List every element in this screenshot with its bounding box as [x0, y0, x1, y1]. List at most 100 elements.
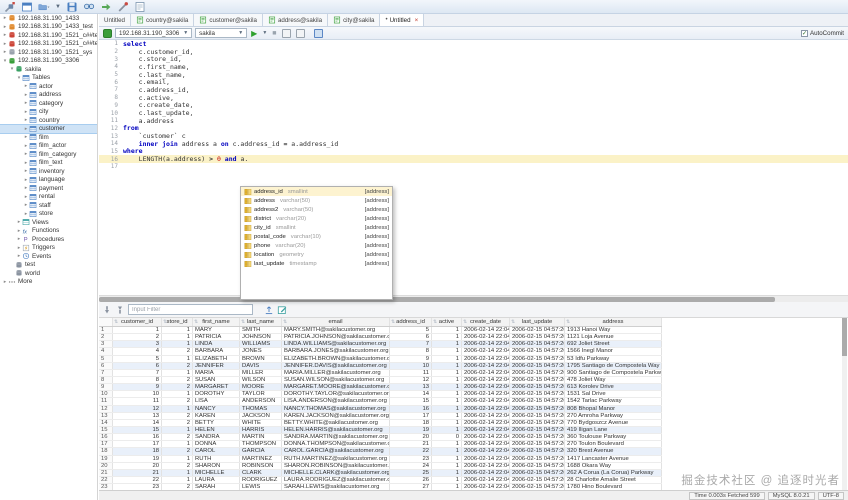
cell-address[interactable]: 478 Joliet Way [565, 377, 662, 383]
cell-last_name[interactable]: JOHNSON [240, 334, 282, 340]
cell-first_name[interactable]: KAREN [193, 413, 240, 419]
table-row[interactable]: 12121NANCYTHOMASNANCY.THOMAS@sakilacusto… [99, 406, 662, 413]
editor-line-4[interactable]: 4 c.first_name, [99, 63, 848, 71]
tab-untitled[interactable]: •Untitled× [380, 14, 424, 26]
cell-store_id[interactable]: 2 [162, 363, 193, 369]
cell-first_name[interactable]: DOROTHY [193, 391, 240, 397]
cell-email[interactable]: SANDRA.MARTIN@sakilacustomer.org [282, 434, 390, 440]
cell-address_id[interactable]: 20 [390, 434, 432, 440]
tree-item-country[interactable]: ▸country [0, 116, 97, 125]
cell-first_name[interactable]: BARBARA [193, 348, 240, 354]
cell-email[interactable]: JENNIFER.DAVIS@sakilacustomer.org [282, 363, 390, 369]
column-header-store_id[interactable]: ⇅store_id [162, 318, 193, 326]
cell-address_id[interactable]: 27 [390, 484, 432, 490]
table-row[interactable]: 23232SARAHLEWISSARAH.LEWIS@sakilacustome… [99, 484, 662, 490]
tree-item-inventory[interactable]: ▸inventory [0, 167, 97, 176]
cell-first_name[interactable]: SHARON [193, 463, 240, 469]
commit-button[interactable] [282, 29, 291, 38]
cell-last_update[interactable]: 2006-02-15 04:57:20 [510, 398, 565, 404]
cell-last_update[interactable]: 2006-02-15 04:57:20 [510, 470, 565, 476]
cell-last_name[interactable]: GARCIA [240, 448, 282, 454]
cell-last_update[interactable]: 2006-02-15 04:57:20 [510, 334, 565, 340]
cell-last_update[interactable]: 2006-02-15 04:57:20 [510, 420, 565, 426]
cell-customer_id[interactable]: 15 [113, 427, 162, 433]
cell-address[interactable]: 360 Toulouse Parkway [565, 434, 662, 440]
cell-last_update[interactable]: 2006-02-15 04:57:20 [510, 377, 565, 383]
table-row[interactable]: 551ELIZABETHBROWNELIZABETH.BROWN@sakilac… [99, 356, 662, 363]
cell-first_name[interactable]: MARGARET [193, 384, 240, 390]
cell-store_id[interactable]: 2 [162, 384, 193, 390]
cell-last_update[interactable]: 2006-02-15 04:57:20 [510, 477, 565, 483]
cell-first_name[interactable]: LISA [193, 398, 240, 404]
tree-item-Tables[interactable]: ▾Tables [0, 74, 97, 83]
cell-create_date[interactable]: 2006-02-14 22:04:36 [462, 477, 510, 483]
editor-line-14[interactable]: 14 inner join address a on c.address_id … [99, 140, 848, 148]
sql-editor[interactable]: 1select2 c.customer_id,3 c.store_id,4 c.… [99, 40, 848, 295]
table-row[interactable]: 992MARGARETMOOREMARGARET.MOORE@sakilacus… [99, 384, 662, 391]
import-icon[interactable] [100, 1, 112, 13]
cell-last_name[interactable]: ROBINSON [240, 463, 282, 469]
cell-last_update[interactable]: 2006-02-15 04:57:20 [510, 356, 565, 362]
cell-email[interactable]: MARIA.MILLER@sakilacustomer.org [282, 370, 390, 376]
export-result-icon[interactable] [264, 305, 274, 315]
cell-address[interactable]: 270 Toulon Boulevard [565, 441, 662, 447]
cell-email[interactable]: DOROTHY.TAYLOR@sakilacustomer.org [282, 391, 390, 397]
cell-email[interactable]: LAURA.RODRIGUEZ@sakilacustomer.org [282, 477, 390, 483]
column-header-create_date[interactable]: ⇅create_date [462, 318, 510, 326]
editor-line-11[interactable]: 11 a.address [99, 117, 848, 125]
column-header-last_name[interactable]: ⇅last_name [240, 318, 282, 326]
cell-first_name[interactable]: BETTY [193, 420, 240, 426]
cell-active[interactable]: 1 [432, 363, 462, 369]
vscrollbar-thumb[interactable] [842, 318, 847, 356]
cell-address_id[interactable]: 11 [390, 370, 432, 376]
editor-line-9[interactable]: 9 c.create_date, [99, 102, 848, 110]
close-tab-icon[interactable]: × [415, 17, 419, 24]
cell-active[interactable]: 1 [432, 348, 462, 354]
tree-item-192.168.31.190_1521_sys[interactable]: ▸192.168.31.190_1521_sys [0, 48, 97, 57]
cell-customer_id[interactable]: 5 [113, 356, 162, 362]
cell-create_date[interactable]: 2006-02-14 22:04:36 [462, 348, 510, 354]
cell-customer_id[interactable]: 4 [113, 348, 162, 354]
cell-customer_id[interactable]: 10 [113, 391, 162, 397]
autocommit-checkbox[interactable]: ✓ AutoCommit [801, 30, 844, 37]
cell-first_name[interactable]: ELIZABETH [193, 356, 240, 362]
format-sql-button[interactable] [314, 29, 323, 38]
table-row[interactable]: 221PATRICIAJOHNSONPATRICIA.JOHNSON@sakil… [99, 334, 662, 341]
cell-last_name[interactable]: RODRIGUEZ [240, 477, 282, 483]
cell-create_date[interactable]: 2006-02-14 22:04:36 [462, 427, 510, 433]
cell-create_date[interactable]: 2006-02-14 22:04:36 [462, 434, 510, 440]
cell-customer_id[interactable]: 22 [113, 477, 162, 483]
autocomplete-item-district[interactable]: districtvarchar(20)[address] [241, 214, 392, 223]
cell-last_update[interactable]: 2006-02-15 04:57:20 [510, 434, 565, 440]
cell-last_update[interactable]: 2006-02-15 04:57:20 [510, 448, 565, 454]
table-row[interactable]: 14142BETTYWHITEBETTY.WHITE@sakilacustome… [99, 420, 662, 427]
cell-last_name[interactable]: MARTIN [240, 434, 282, 440]
cell-address_id[interactable]: 15 [390, 398, 432, 404]
cell-active[interactable]: 1 [432, 334, 462, 340]
cell-active[interactable]: 1 [432, 470, 462, 476]
rollback-button[interactable] [296, 29, 305, 38]
column-header-active[interactable]: ⇅active [432, 318, 462, 326]
cell-store_id[interactable]: 1 [162, 456, 193, 462]
cell-store_id[interactable]: 1 [162, 427, 193, 433]
cell-address_id[interactable]: 18 [390, 420, 432, 426]
editor-line-2[interactable]: 2 c.customer_id, [99, 48, 848, 56]
tree-item-actor[interactable]: ▸actor [0, 82, 97, 91]
editor-line-7[interactable]: 7 c.address_id, [99, 86, 848, 94]
tree-item-Triggers[interactable]: ▸Triggers [0, 244, 97, 253]
cell-address_id[interactable]: 10 [390, 363, 432, 369]
cell-address_id[interactable]: 25 [390, 470, 432, 476]
autocomplete-item-address[interactable]: addressvarchar(50)[address] [241, 196, 392, 205]
tab-country-sakila[interactable]: country@sakila [131, 14, 194, 26]
cell-address_id[interactable]: 5 [390, 327, 432, 333]
cell-store_id[interactable]: 2 [162, 377, 193, 383]
tree-item-192.168.31.190_1433[interactable]: ▸192.168.31.190_1433 [0, 14, 97, 23]
cell-last_update[interactable]: 2006-02-15 04:57:20 [510, 341, 565, 347]
table-row[interactable]: 10101DOROTHYTAYLORDOROTHY.TAYLOR@sakilac… [99, 391, 662, 398]
cell-create_date[interactable]: 2006-02-14 22:04:36 [462, 420, 510, 426]
cell-last_update[interactable]: 2006-02-15 04:57:20 [510, 384, 565, 390]
cell-address[interactable]: 808 Bhopal Manor [565, 406, 662, 412]
open-folder-icon[interactable] [38, 1, 50, 13]
cell-email[interactable]: RUTH.MARTINEZ@sakilacustomer.org [282, 456, 390, 462]
cell-last_name[interactable]: MOORE [240, 384, 282, 390]
